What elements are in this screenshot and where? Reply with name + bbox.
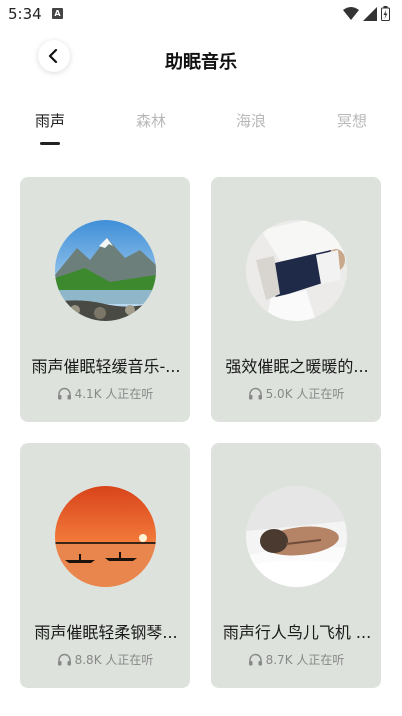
listeners-count: 8.8K 人正在听	[74, 653, 154, 667]
card-thumbnail-sleeping-person	[246, 220, 347, 321]
status-icons	[343, 6, 390, 21]
tab-rain[interactable]: 雨声	[20, 110, 80, 131]
tab-forest[interactable]: 森林	[121, 110, 181, 131]
music-card[interactable]: 雨声催眠轻缓音乐-... 4.1K 人正在听	[20, 177, 190, 422]
card-title: 雨声催眠轻柔钢琴...	[34, 623, 178, 642]
headphones-icon	[57, 653, 71, 666]
card-thumbnail-sunset-boats	[55, 486, 156, 587]
headphones-icon	[248, 653, 262, 666]
music-card[interactable]: 雨声催眠轻柔钢琴... 8.8K 人正在听	[20, 443, 190, 688]
tab-waves[interactable]: 海浪	[221, 110, 281, 131]
card-listeners: 8.8K 人正在听	[20, 651, 190, 668]
status-time: 5:34	[8, 5, 42, 23]
card-title: 雨声行人鸟儿飞机 ...	[222, 623, 372, 642]
listeners-count: 4.1K 人正在听	[74, 387, 154, 401]
header: 助眠音乐	[0, 28, 402, 88]
wifi-icon	[343, 6, 359, 20]
headphones-icon	[248, 387, 262, 400]
active-tab-indicator	[40, 142, 60, 145]
card-listeners: 4.1K 人正在听	[20, 385, 190, 402]
battery-icon	[381, 6, 390, 21]
status-bar: 5:34 A	[0, 0, 402, 28]
card-title: 雨声催眠轻缓音乐-...	[31, 357, 181, 376]
card-listeners: 5.0K 人正在听	[211, 385, 381, 402]
music-card[interactable]: 雨声行人鸟儿飞机 ... 8.7K 人正在听	[211, 443, 381, 688]
category-tabs: 雨声 森林 海浪 冥想	[0, 104, 402, 150]
listeners-count: 5.0K 人正在听	[265, 387, 345, 401]
page-title: 助眠音乐	[165, 52, 237, 73]
card-listeners: 8.7K 人正在听	[211, 651, 381, 668]
notification-a-icon: A	[52, 8, 63, 19]
listeners-count: 8.7K 人正在听	[265, 653, 345, 667]
headphones-icon	[57, 387, 71, 400]
card-thumbnail-man-sleeping	[246, 486, 347, 587]
tab-meditation[interactable]: 冥想	[322, 110, 382, 131]
card-thumbnail-mountain-lake	[55, 220, 156, 321]
signal-icon	[363, 6, 377, 21]
card-title: 强效催眠之暖暖的...	[225, 357, 369, 376]
music-card[interactable]: 强效催眠之暖暖的... 5.0K 人正在听	[211, 177, 381, 422]
